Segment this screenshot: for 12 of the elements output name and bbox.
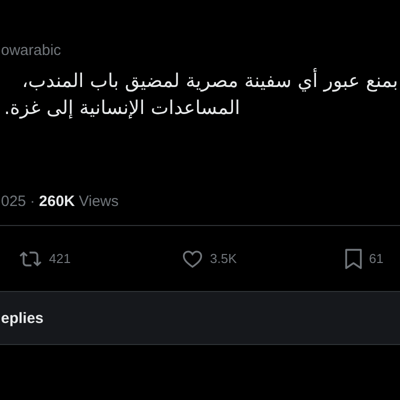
separator-dot: ·	[30, 192, 36, 210]
bookmark-icon	[344, 248, 363, 270]
replies-tab[interactable]: eplies	[1, 310, 44, 326]
bookmark-button[interactable]: 61	[344, 248, 384, 270]
views-count: 260K	[39, 192, 75, 210]
repost-button[interactable]: 421	[18, 248, 71, 270]
post-text: بمنع عبور أي سفينة مصرية لمضيق باب المندب،	[21, 68, 398, 94]
like-button[interactable]: 3.5K	[181, 248, 237, 270]
views-label: Views	[78, 192, 119, 210]
post-date: 025	[1, 192, 26, 210]
post-text: المساعدات الإنسانية إلى غزة.	[4, 96, 240, 121]
user-handle: owarabic	[1, 42, 62, 58]
